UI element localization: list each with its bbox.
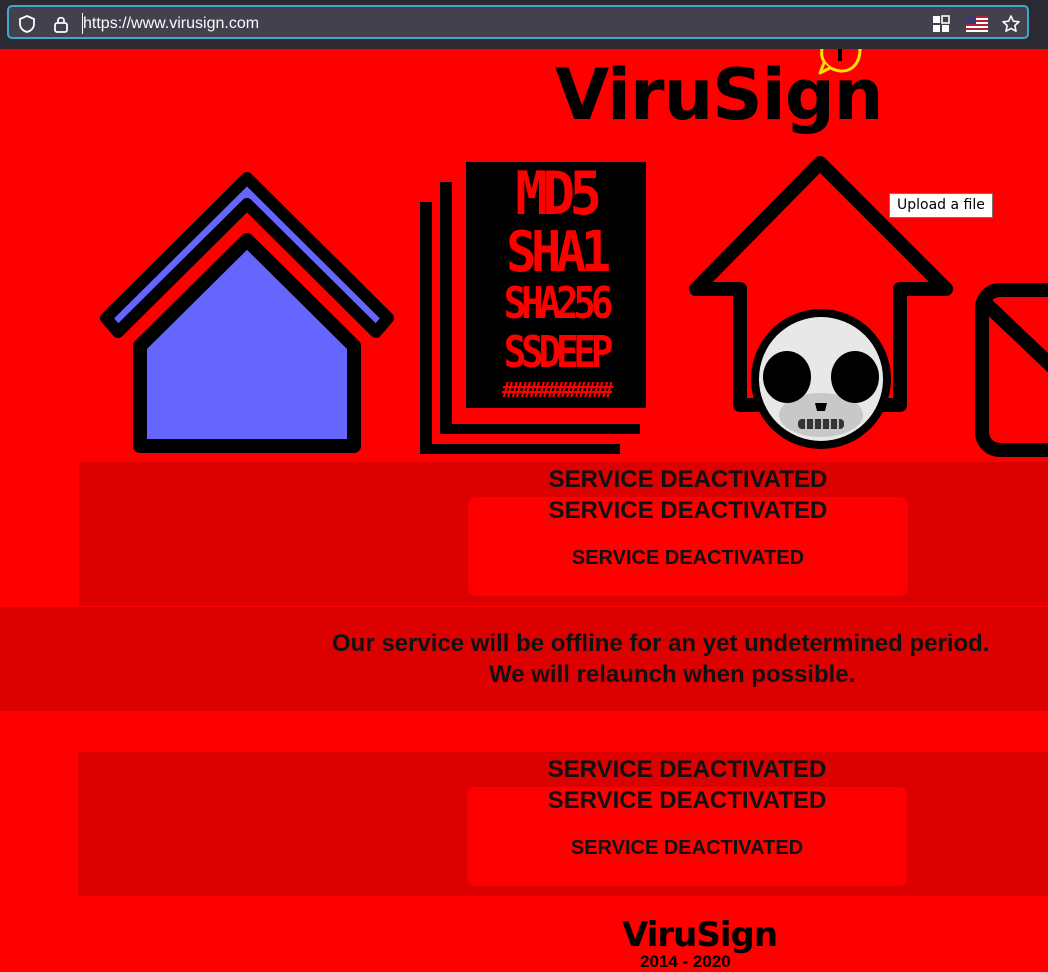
panel-1-box: SERVICE DEACTIVATED SERVICE DEACTIVATED (468, 497, 908, 596)
hash-filler-label: ############ (501, 378, 614, 402)
lock-icon[interactable] (51, 14, 71, 34)
panel-2-status: SERVICE DEACTIVATED (570, 837, 804, 859)
mail-icon[interactable] (972, 280, 1048, 460)
panel-2-title: SERVICE DEACTIVATED (547, 756, 827, 783)
hash-sha256-label: SHA256 (503, 278, 614, 329)
hash-ssdeep-label: SSDEEP (503, 327, 614, 378)
chat-bubble-icon (818, 49, 862, 75)
service-panel-1: SERVICE DEACTIVATED SERVICE DEACTIVATED … (79, 462, 1048, 606)
hash-sha1-label: SHA1 (506, 220, 611, 285)
upload-tooltip: Upload a file (889, 193, 993, 218)
notice-line-1: Our service will be offline for an yet u… (332, 630, 990, 657)
service-panel-2: SERVICE DEACTIVATED SERVICE DEACTIVATED … (78, 752, 1048, 896)
footer-logo[interactable]: ViruSign (622, 915, 778, 955)
offline-notice: Our service will be offline for an yet u… (0, 607, 1048, 711)
panel-2-subtitle: SERVICE DEACTIVATED (547, 787, 827, 814)
hash-labels: MD5 SHA1 SHA256 SSDEEP ############ (466, 162, 646, 408)
shield-icon[interactable] (17, 14, 37, 34)
browser-toolbar: https://www.virusign.com (0, 0, 1048, 49)
panel-1-subtitle: SERVICE DEACTIVATED (548, 497, 828, 524)
home-icon[interactable] (96, 168, 398, 460)
bookmark-star-icon[interactable] (1001, 14, 1021, 34)
panel-1-status: SERVICE DEACTIVATED (571, 547, 805, 569)
qr-grid-icon[interactable] (931, 14, 951, 34)
panel-1-title: SERVICE DEACTIVATED (548, 466, 828, 493)
url-text[interactable]: https://www.virusign.com (83, 14, 259, 34)
footer-years: 2014 - 2020 (640, 952, 731, 971)
url-bar[interactable]: https://www.virusign.com (7, 5, 1029, 39)
us-flag-icon[interactable] (966, 14, 988, 34)
hash-md5-label: MD5 (515, 159, 602, 229)
panel-2-box: SERVICE DEACTIVATED SERVICE DEACTIVATED (467, 787, 907, 886)
notice-line-2: We will relaunch when possible. (489, 661, 856, 688)
